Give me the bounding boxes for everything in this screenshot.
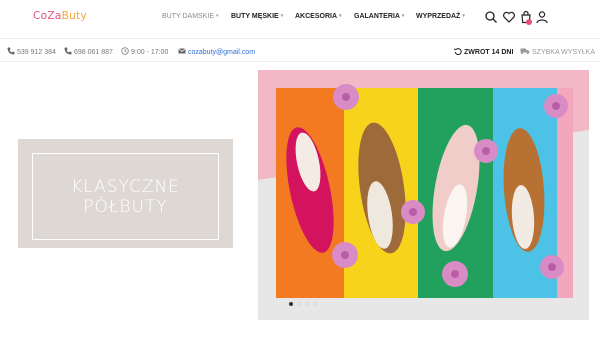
slider-dot-4[interactable] bbox=[313, 302, 317, 306]
cart-badge bbox=[526, 19, 532, 25]
user-icon[interactable] bbox=[535, 10, 549, 24]
nav-item-buty-meskie[interactable]: BUTY MĘSKIE ▾ bbox=[231, 13, 283, 20]
chevron-down-icon: ▾ bbox=[339, 13, 342, 19]
slider-dot-2[interactable] bbox=[297, 302, 301, 306]
nav-label: AKCESORIA bbox=[295, 13, 338, 20]
hero-title-line2: PÓŁBUTY bbox=[83, 196, 168, 217]
search-icon[interactable] bbox=[484, 10, 498, 24]
hero-banner[interactable]: KLASYCZNE PÓŁBUTY bbox=[18, 139, 233, 248]
chevron-down-icon: ▾ bbox=[280, 13, 284, 19]
truck-icon bbox=[520, 48, 530, 55]
envelope-icon bbox=[178, 48, 186, 54]
phone-2-text: 698 061 887 bbox=[74, 49, 113, 56]
nav-item-akcesoria[interactable]: AKCESORIA ▾ bbox=[295, 13, 342, 20]
return-text: ZWROT 14 DNI bbox=[464, 49, 514, 56]
phone-icon bbox=[64, 47, 72, 55]
fast-shipping[interactable]: SZYBKA WYSYŁKA bbox=[520, 47, 595, 56]
phone-icon bbox=[7, 47, 15, 55]
nav-label: BUTY DAMSKIE bbox=[162, 13, 214, 20]
return-policy[interactable]: ZWROT 14 DNI bbox=[454, 47, 513, 56]
logo-part2: Buty bbox=[61, 10, 87, 22]
nav-item-galanteria[interactable]: GALANTERIA ▾ bbox=[354, 13, 404, 20]
chevron-down-icon: ▾ bbox=[462, 13, 465, 19]
clock-icon bbox=[121, 47, 129, 55]
nav-label: WYPRZEDAŻ bbox=[416, 13, 461, 20]
logo-part1: CoZa bbox=[33, 10, 62, 22]
hours-text: 9:00 - 17:00 bbox=[131, 49, 169, 56]
nav-label: GALANTERIA bbox=[354, 13, 400, 20]
hero-title-line1: KLASYCZNE bbox=[71, 176, 180, 197]
shipping-text: SZYBKA WYSYŁKA bbox=[532, 49, 596, 56]
nav-item-buty-damskie[interactable]: BUTY DAMSKIE ▾ bbox=[162, 13, 219, 20]
opening-hours: 9:00 - 17:00 bbox=[121, 47, 168, 56]
nav-item-wyprzedaz[interactable]: WYPRZEDAŻ ▾ bbox=[416, 13, 465, 20]
phone-1[interactable]: 539 912 384 bbox=[7, 47, 56, 56]
hero-frame: KLASYCZNE PÓŁBUTY bbox=[32, 153, 219, 240]
chevron-down-icon: ▾ bbox=[401, 13, 405, 19]
heart-icon[interactable] bbox=[502, 10, 516, 24]
phone-2[interactable]: 698 061 887 bbox=[64, 47, 113, 56]
email-link[interactable]: cozabuty@gmail.com bbox=[178, 47, 255, 56]
header: CoZaButy BUTY DAMSKIE ▾ BUTY MĘSKIE ▾ AKCE… bbox=[0, 0, 600, 34]
slider-dot-1[interactable] bbox=[289, 302, 293, 306]
slider-dot-3[interactable] bbox=[305, 302, 309, 306]
hero-slide-image[interactable] bbox=[258, 70, 589, 320]
logo[interactable]: CoZaButy bbox=[33, 10, 87, 22]
info-bar: 539 912 384 698 061 887 9:00 - 17:00 coz… bbox=[0, 38, 600, 62]
return-icon bbox=[454, 48, 462, 55]
email-text: cozabuty@gmail.com bbox=[188, 49, 256, 56]
phone-1-text: 539 912 384 bbox=[17, 49, 56, 56]
nav-label: BUTY MĘSKIE bbox=[231, 13, 279, 20]
chevron-down-icon: ▾ bbox=[216, 13, 219, 19]
